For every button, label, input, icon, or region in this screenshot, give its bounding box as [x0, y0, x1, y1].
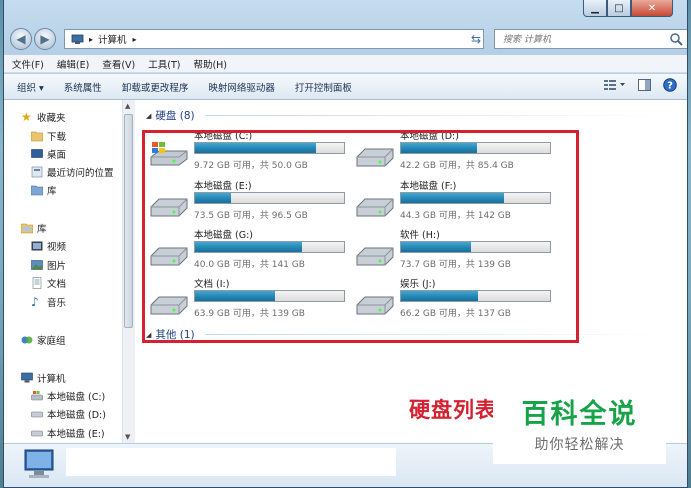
uninstall-program-button[interactable]: 卸载或更改程序 [122, 80, 189, 94]
back-button[interactable]: ◀ [10, 28, 32, 50]
folder-icon [31, 131, 43, 142]
scroll-down-arrow-icon[interactable]: ▼ [125, 433, 130, 441]
nav-homegroup[interactable]: 家庭组 [21, 332, 66, 348]
nav-videos[interactable]: 视频 [31, 238, 66, 254]
document-icon [32, 277, 42, 289]
watermark-logo: 百科全说 助你轻松解决 [493, 380, 666, 464]
nav-scrollbar[interactable]: ▲ ▼ [122, 100, 135, 443]
nav-libraries[interactable]: 库 [21, 220, 47, 236]
nav-label: 音乐 [47, 298, 67, 309]
menu-bar: 文件(F) 编辑(E) 查看(V) 工具(T) 帮助(H) [4, 55, 687, 73]
close-button[interactable]: ✕ [631, 0, 673, 17]
view-controls: ? [604, 78, 677, 92]
svg-text:?: ? [667, 81, 673, 92]
nav-label: 最近访问的位置 [47, 168, 114, 179]
system-drive-icon [31, 391, 43, 401]
system-properties-button[interactable]: 系统属性 [64, 80, 102, 94]
command-bar: 组织 ▾ 系统属性 卸载或更改程序 映射网络驱动器 打开控制面板 ? [4, 74, 687, 100]
search-input[interactable] [501, 31, 665, 49]
library-icon [21, 223, 33, 234]
breadcrumb-separator[interactable]: ▸ [133, 35, 137, 44]
refresh-button[interactable]: ⇆ [466, 29, 486, 49]
computer-icon [21, 372, 33, 383]
nav-label: 图片 [47, 261, 67, 272]
homegroup-icon [21, 336, 33, 344]
video-icon [31, 241, 43, 251]
library-folder-icon [31, 185, 43, 196]
menu-edit[interactable]: 编辑(E) [57, 57, 89, 71]
desktop-icon [31, 149, 43, 158]
star-icon: ★ [21, 110, 32, 124]
address-row: ◀ ▶ ▸ 计算机 ▸ ▼ ⇆ [8, 27, 687, 52]
nav-downloads[interactable]: 下载 [31, 128, 66, 144]
music-icon: ♪ [31, 295, 39, 309]
nav-drive-d[interactable]: 本地磁盘 (D:) [31, 406, 106, 422]
maximize-button[interactable]: □ [607, 0, 631, 17]
watermark-subtitle: 助你轻松解决 [534, 437, 625, 453]
search-icon[interactable] [669, 32, 683, 46]
nav-music[interactable]: ♪ 音乐 [31, 294, 66, 310]
caption-buttons: ▁ □ ✕ [583, 0, 673, 18]
nav-recent-places[interactable]: 最近访问的位置 [31, 164, 114, 180]
collapse-triangle-icon: ◢ [146, 111, 152, 120]
nav-favorites[interactable]: ★ 收藏夹 [21, 109, 66, 125]
computer-icon [71, 34, 84, 44]
open-control-panel-button[interactable]: 打开控制面板 [295, 80, 352, 94]
minimize-button[interactable]: ▁ [583, 0, 607, 17]
help-icon[interactable]: ? [663, 78, 677, 92]
nav-library-fav[interactable]: 库 [31, 182, 57, 198]
group-divider [205, 115, 665, 116]
computer-icon [24, 449, 54, 478]
hard-drive-icon [31, 430, 43, 437]
nav-label: 本地磁盘 (C:) [47, 392, 106, 403]
preview-pane-icon[interactable] [638, 79, 651, 91]
nav-drive-c[interactable]: 本地磁盘 (C:) [31, 388, 105, 404]
hard-drive-icon [31, 411, 43, 418]
view-options-icon[interactable] [604, 79, 626, 91]
nav-label: 视频 [47, 242, 67, 253]
nav-pictures[interactable]: 图片 [31, 257, 66, 273]
breadcrumb-separator[interactable]: ▸ [89, 35, 93, 44]
annotation-label: 硬盘列表 [409, 398, 497, 422]
nav-label: 本地磁盘 (E:) [47, 429, 105, 440]
menu-help[interactable]: 帮助(H) [193, 57, 227, 71]
nav-scroll-thumb[interactable] [124, 114, 133, 328]
navigation-pane: ★ 收藏夹 下载 桌面 最近访问的位置 库 库 视频 图片 文档 ♪ 音乐 家庭… [4, 100, 135, 443]
watermark-title: 百科全说 [521, 399, 638, 430]
picture-icon [31, 260, 43, 270]
menu-tools[interactable]: 工具(T) [148, 57, 180, 71]
details-info-area [66, 448, 396, 476]
scroll-up-arrow-icon[interactable]: ▲ [125, 102, 130, 110]
nav-label: 桌面 [47, 150, 67, 161]
refresh-icon: ⇆ [470, 32, 482, 46]
back-arrow-icon: ◀ [16, 32, 26, 46]
forward-arrow-icon: ▶ [40, 32, 50, 46]
breadcrumb-computer[interactable]: 计算机 [98, 32, 127, 46]
forward-button[interactable]: ▶ [34, 28, 56, 50]
nav-label: 库 [47, 186, 57, 197]
nav-documents[interactable]: 文档 [31, 275, 66, 291]
highlight-box [142, 130, 579, 343]
nav-label: 收藏夹 [37, 113, 66, 124]
nav-label: 本地磁盘 (D:) [47, 410, 106, 421]
menu-file[interactable]: 文件(F) [12, 57, 44, 71]
nav-label: 文档 [47, 279, 67, 290]
nav-drive-e[interactable]: 本地磁盘 (E:) [31, 425, 105, 441]
nav-label: 家庭组 [37, 336, 66, 347]
menu-view[interactable]: 查看(V) [102, 57, 135, 71]
organize-button[interactable]: 组织 ▾ [17, 80, 44, 94]
address-bar[interactable]: ▸ 计算机 ▸ ▼ [64, 29, 513, 52]
nav-label: 计算机 [37, 374, 66, 385]
recent-places-icon [31, 166, 43, 178]
map-network-drive-button[interactable]: 映射网络驱动器 [208, 80, 275, 94]
nav-desktop[interactable]: 桌面 [31, 146, 66, 162]
nav-computer[interactable]: 计算机 [21, 370, 66, 386]
group-header-harddisk[interactable]: ◢ 硬盘 (8) [146, 108, 195, 123]
nav-label: 下载 [47, 132, 67, 143]
group-label: 硬盘 (8) [155, 110, 195, 122]
search-box[interactable] [494, 29, 687, 49]
nav-label: 库 [37, 224, 47, 235]
